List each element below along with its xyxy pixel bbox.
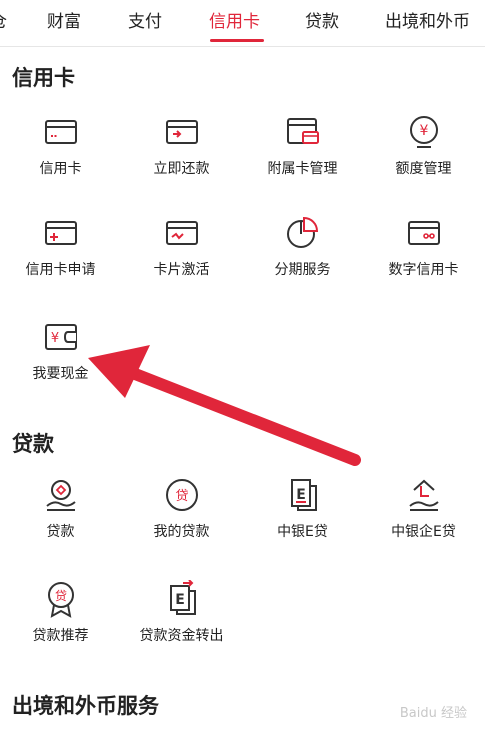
- sub-card-icon: [286, 118, 319, 144]
- credit-card-icon: [44, 120, 77, 144]
- grid-item-limit[interactable]: ¥ 额度管理: [363, 113, 484, 205]
- grid-item-sub-card[interactable]: 附属卡管理: [242, 113, 363, 205]
- grid-item-business-e-loan[interactable]: 中银企E贷: [363, 476, 484, 568]
- tab-home[interactable]: 仓: [0, 7, 7, 32]
- svg-text:¥: ¥: [419, 123, 428, 139]
- top-tab-bar: 仓 财富 支付 信用卡 贷款 出境和外币: [0, 0, 485, 47]
- tab-loan[interactable]: 贷款: [305, 7, 339, 32]
- grid-item-label: 额度管理: [395, 161, 452, 177]
- grid-item-card-apply[interactable]: 信用卡申请: [0, 214, 121, 306]
- active-tab-indicator: [210, 39, 264, 42]
- grid-item-label: 贷款推荐: [32, 628, 89, 644]
- svg-text:¥: ¥: [50, 331, 58, 346]
- grid-item-loan-recommend[interactable]: 贷 贷款推荐: [0, 580, 121, 672]
- grid-item-e-loan[interactable]: E 中银E贷: [242, 476, 363, 568]
- svg-text:贷: 贷: [54, 589, 66, 603]
- grid-item-installment[interactable]: 分期服务: [242, 214, 363, 306]
- grid-item-label: 数字信用卡: [388, 262, 459, 278]
- grid-item-repay[interactable]: 立即还款: [121, 113, 242, 205]
- loan-circle-icon: 贷: [165, 479, 198, 511]
- loan-transfer-icon: E: [169, 580, 196, 615]
- grid-item-card-activate[interactable]: 卡片激活: [121, 214, 242, 306]
- tab-payment[interactable]: 支付: [128, 7, 162, 32]
- svg-text:E: E: [175, 592, 185, 608]
- grid-item-credit-card[interactable]: 信用卡: [0, 113, 121, 205]
- grid-item-label: 贷款: [46, 524, 75, 540]
- loan-badge-icon: 贷: [47, 582, 74, 618]
- tab-wealth[interactable]: 财富: [47, 7, 81, 32]
- tab-credit-card[interactable]: 信用卡: [209, 7, 260, 32]
- loan-hand-icon: [45, 480, 76, 511]
- business-loan-icon: [408, 479, 439, 511]
- grid-item-label: 中银E贷: [277, 524, 328, 540]
- grid-item-label: 卡片激活: [153, 262, 210, 278]
- digital-card-icon: [407, 221, 440, 245]
- grid-item-label: 立即还款: [153, 161, 210, 177]
- grid-item-label: 信用卡申请: [25, 262, 96, 278]
- svg-text:贷: 贷: [175, 489, 188, 504]
- grid-item-label: 贷款资金转出: [139, 628, 224, 644]
- grid-item-label: 信用卡: [39, 161, 82, 177]
- grid-item-label: 我要现金: [32, 366, 89, 382]
- grid-item-label: 分期服务: [274, 262, 331, 278]
- repay-card-icon: [165, 120, 198, 144]
- card-apply-icon: [44, 221, 77, 245]
- e-loan-icon: E: [290, 479, 317, 511]
- section-title-forex: 出境和外币服务: [12, 694, 159, 718]
- grid-item-label: 我的贷款: [153, 524, 210, 540]
- section-title-credit: 信用卡: [12, 66, 75, 90]
- watermark: Baidu 经验: [399, 706, 467, 721]
- cash-wallet-icon: ¥: [44, 324, 77, 350]
- grid-item-label: 附属卡管理: [267, 161, 338, 177]
- yen-circle-icon: ¥: [409, 116, 438, 148]
- section-title-loan: 贷款: [12, 432, 54, 456]
- svg-text:E: E: [296, 487, 306, 503]
- grid-item-loan-transfer[interactable]: E 贷款资金转出: [121, 580, 242, 672]
- tab-forex[interactable]: 出境和外币: [385, 7, 470, 32]
- grid-item-digital-card[interactable]: 数字信用卡: [363, 214, 484, 306]
- grid-item-my-loan[interactable]: 贷 我的贷款: [121, 476, 242, 568]
- grid-item-loan[interactable]: 贷款: [0, 476, 121, 568]
- card-activate-icon: [165, 221, 198, 245]
- grid-item-label: 中银企E贷: [391, 524, 456, 540]
- pie-chart-icon: [286, 216, 318, 248]
- grid-item-cash[interactable]: ¥ 我要现金: [0, 318, 121, 410]
